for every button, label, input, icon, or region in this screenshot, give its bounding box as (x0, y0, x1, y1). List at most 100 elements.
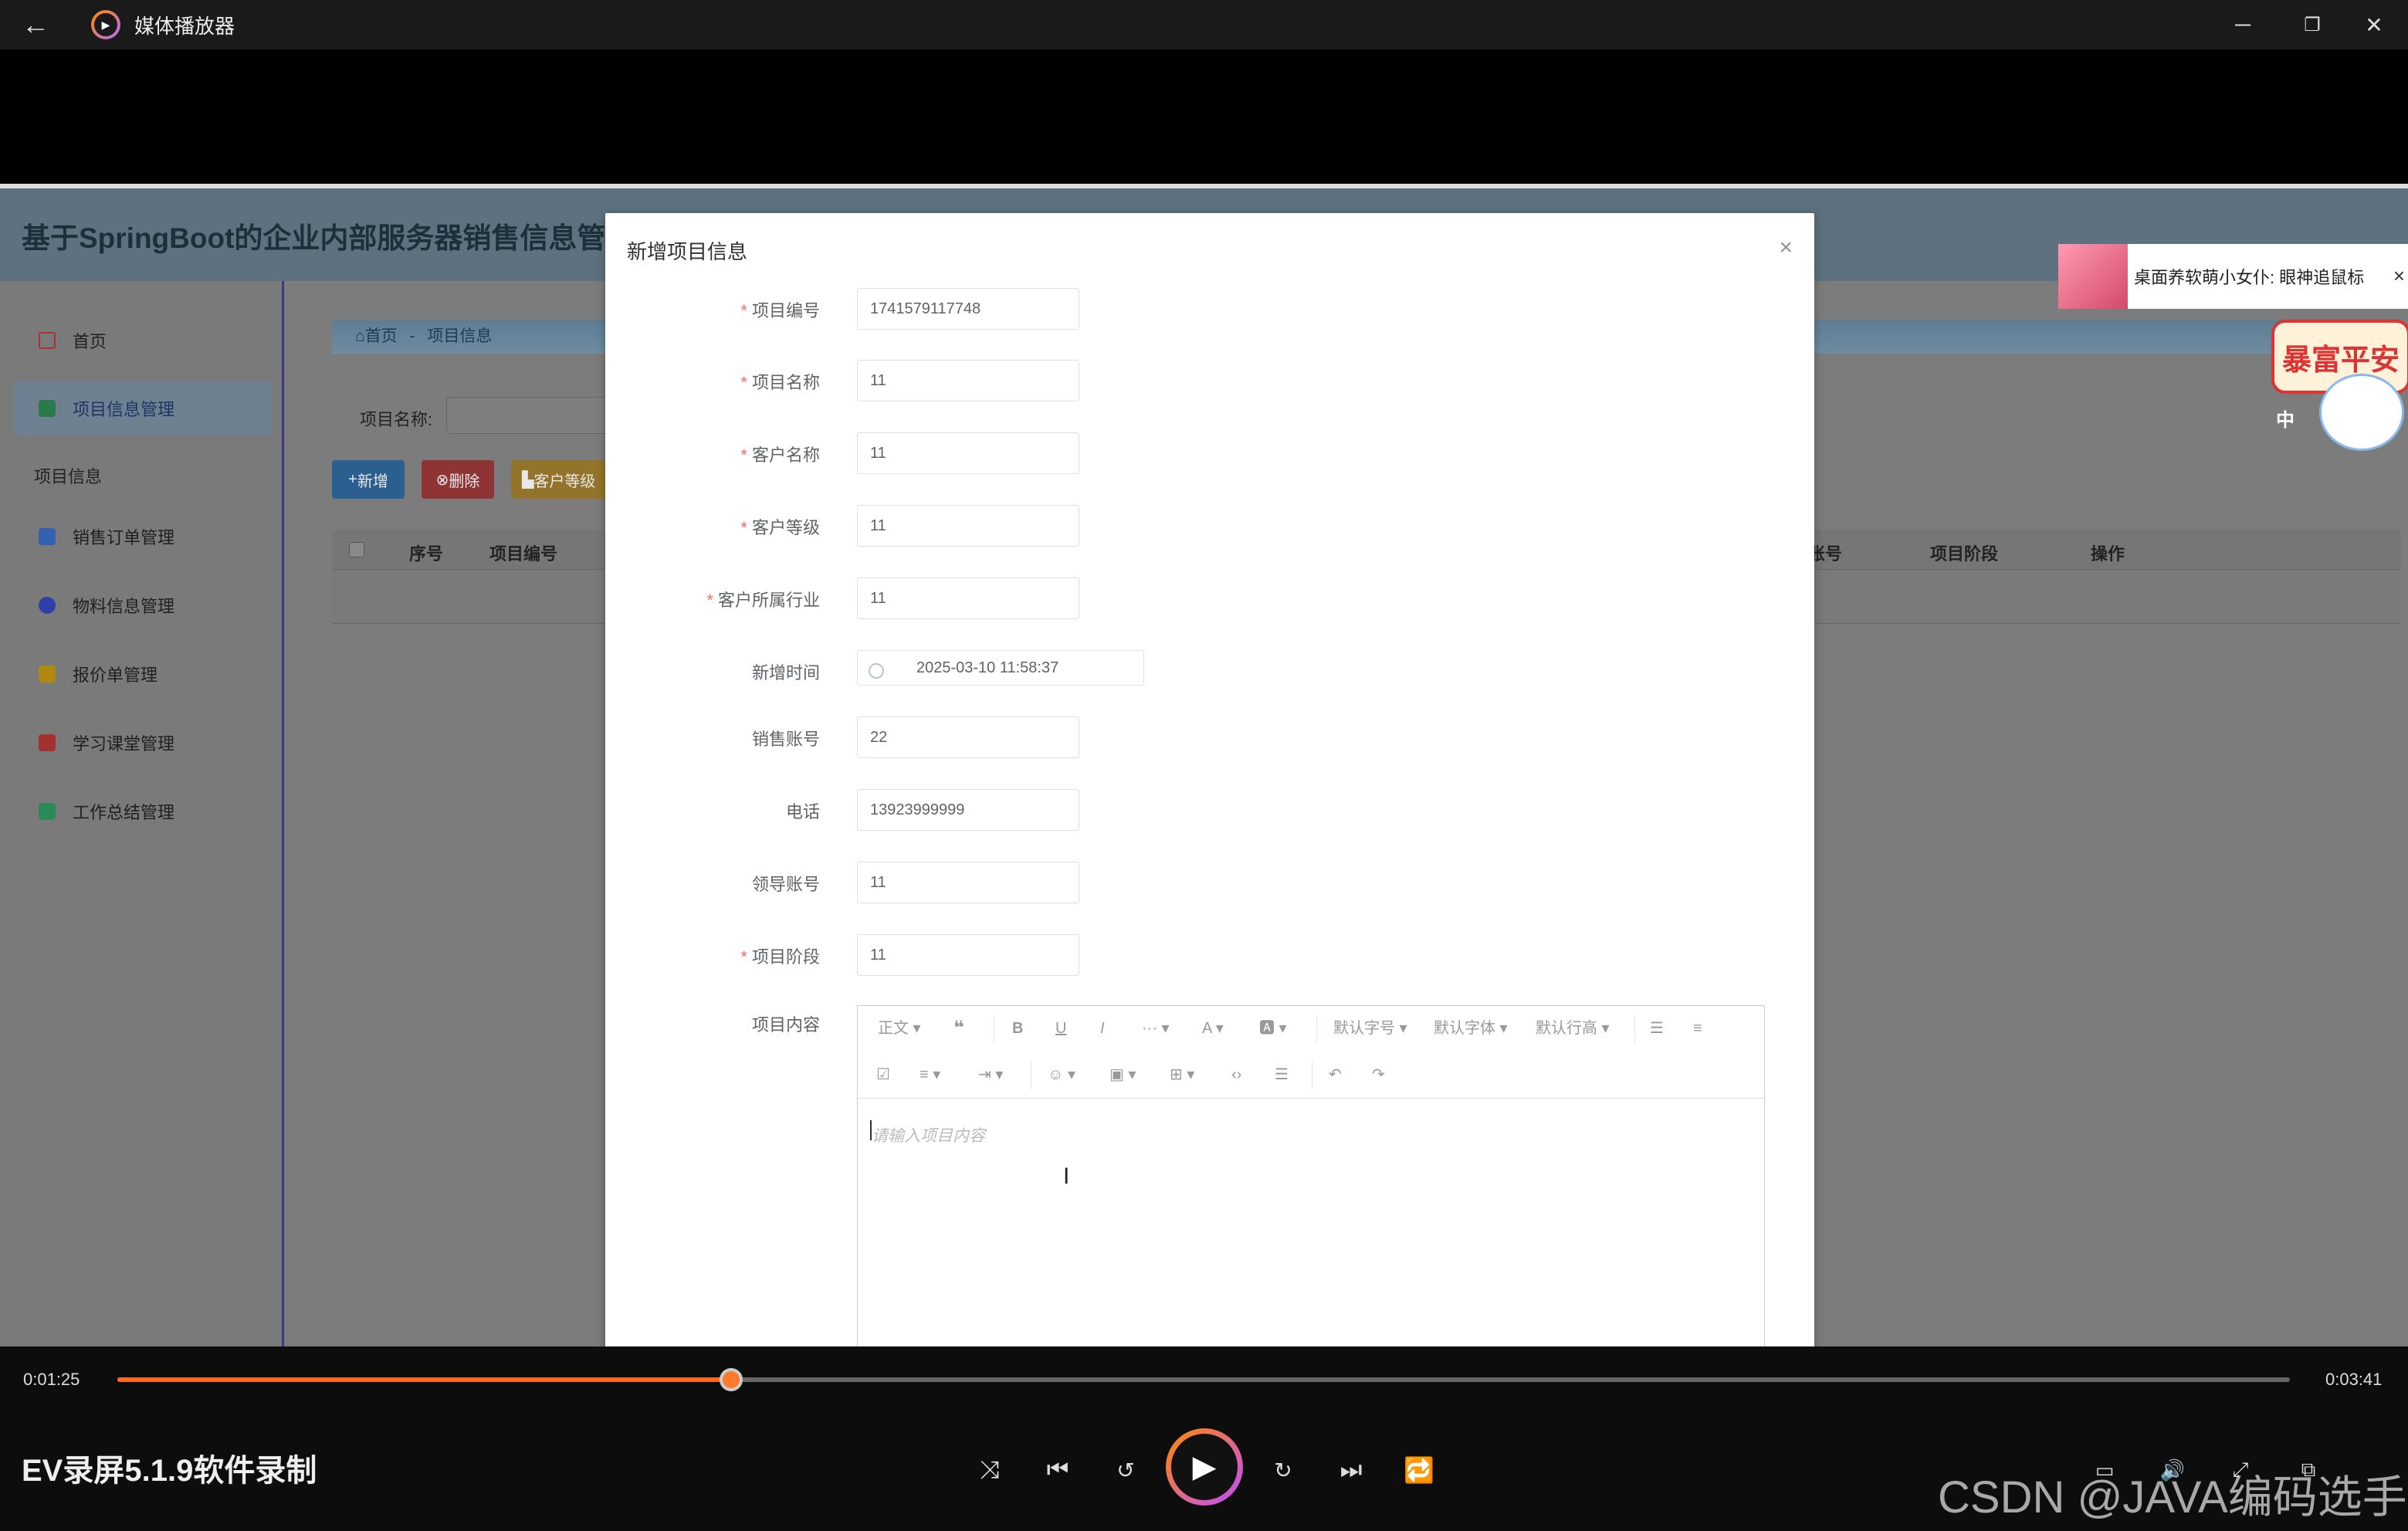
customer-industry-input[interactable]: 11 (857, 578, 1079, 619)
folder-icon (39, 400, 56, 417)
form-row-leader-account: 领导账号 11 (605, 862, 1814, 903)
sidebar-item-sales-orders[interactable]: 销售订单管理 (14, 510, 272, 564)
sidebar-item-label: 工作总结管理 (73, 803, 175, 822)
back-button[interactable]: ← (11, 0, 60, 49)
date-value: 2025-03-10 11:58:37 (916, 659, 1059, 676)
previous-button[interactable]: ⏮ (1035, 1447, 1081, 1493)
form-row-created-time: 新增时间 2025-03-10 11:58:37 (605, 650, 1814, 692)
rewind-10-icon: ↺ (1116, 1458, 1135, 1482)
sidebar-item-quotes[interactable]: 报价单管理 (14, 647, 272, 701)
field-label: * 项目阶段 (740, 947, 820, 967)
rewind-10-button[interactable]: ↺ (1102, 1447, 1149, 1493)
forward-30-button[interactable]: ↻ (1260, 1447, 1306, 1493)
divider-icon[interactable]: ☰ (1275, 1063, 1289, 1086)
form-row-project-stage: * 项目阶段 11 (605, 934, 1814, 976)
desktop-pet-notification[interactable]: 桌面养软萌小女仆: 眼神追鼠标 × (2058, 244, 2408, 309)
delete-button[interactable]: ⊗ 删除 (422, 460, 494, 499)
repeat-icon: 🔁 (1404, 1456, 1434, 1484)
field-label: * 项目编号 (740, 301, 820, 320)
editor-toolbar: 正文 ▾ ❝ B U I ··· ▾ A ▾ 🅰 ▾ 默认字号 ▾ 默认字体 ▾… (858, 1006, 1764, 1099)
breadcrumb-home[interactable]: 首页 (365, 327, 398, 345)
field-label: * 客户名称 (740, 445, 820, 465)
sidebar-item-work-summary[interactable]: 工作总结管理 (14, 784, 272, 838)
sidebar-item-label: 学习课堂管理 (73, 734, 175, 754)
heading-dropdown[interactable]: 正文 ▾ (878, 1017, 921, 1040)
sales-account-input[interactable]: 22 (857, 716, 1079, 758)
project-name-input[interactable]: 11 (857, 360, 1079, 401)
player-controls: 0:01:25 0:03:41 EV录屏5.1.9软件录制 ⤨ ⏮ ↺ ▶ ↻ … (0, 1346, 2408, 1531)
form-row-customer-name: * 客户名称 11 (605, 432, 1814, 474)
underline-icon[interactable]: U (1055, 1017, 1066, 1040)
project-id-input[interactable]: 1741579117748 (857, 288, 1079, 330)
customer-name-input[interactable]: 11 (857, 432, 1079, 474)
seek-handle[interactable] (720, 1368, 743, 1391)
form-row-project-name: * 项目名称 11 (605, 360, 1814, 401)
seek-bar[interactable] (117, 1368, 2290, 1391)
home-icon (39, 332, 56, 349)
project-stage-input[interactable]: 11 (857, 934, 1079, 976)
font-family-dropdown[interactable]: 默认字体 ▾ (1434, 1017, 1508, 1040)
column-header[interactable]: 序号 (409, 540, 443, 565)
created-time-picker[interactable]: 2025-03-10 11:58:37 (857, 650, 1144, 686)
bag-icon (39, 666, 56, 683)
emoji-icon[interactable]: ☺ ▾ (1048, 1063, 1075, 1086)
column-header[interactable]: 项目编号 (489, 540, 557, 565)
close-window-button[interactable]: ✕ (2339, 0, 2408, 49)
sidebar-item-classroom[interactable]: 学习课堂管理 (14, 716, 272, 770)
customer-level-button[interactable]: ▙ 客户等级 (511, 460, 607, 499)
current-time: 0:01:25 (23, 1370, 80, 1389)
back-arrow-icon: ← (22, 8, 49, 40)
breadcrumb-separator: - (409, 327, 415, 345)
column-header[interactable]: 项目阶段 (1930, 540, 1998, 565)
home-icon: ⌂ (355, 327, 365, 345)
maximize-button[interactable]: ❐ (2278, 0, 2347, 49)
todo-checkbox-icon[interactable]: ☑ (876, 1063, 890, 1086)
sidebar-item-home[interactable]: 首页 (14, 313, 272, 368)
skip-previous-icon: ⏮ (1046, 1455, 1069, 1483)
field-label: 项目内容 (751, 1015, 820, 1035)
field-label: * 客户所属行业 (706, 591, 820, 610)
close-icon[interactable]: × (2393, 264, 2405, 288)
indent-icon[interactable]: ⇥ ▾ (978, 1063, 1003, 1086)
minimize-button[interactable]: ─ (2208, 0, 2278, 49)
sidebar-item-materials[interactable]: 物料信息管理 (14, 578, 272, 632)
bold-icon[interactable]: B (1012, 1017, 1023, 1040)
add-button[interactable]: + 新增 (332, 460, 405, 499)
play-button[interactable]: ▶ (1166, 1428, 1243, 1506)
field-label: 销售账号 (751, 730, 820, 749)
skip-next-icon: ⏭ (1339, 1455, 1363, 1483)
line-height-dropdown[interactable]: 默认行高 ▾ (1536, 1017, 1610, 1040)
media-player-icon: ▶ (91, 10, 120, 39)
sidebar-item-project-mgmt[interactable]: 项目信息管理 (14, 381, 272, 435)
italic-icon[interactable]: I (1100, 1017, 1105, 1040)
bullet-list-icon[interactable]: ☰ (1650, 1017, 1664, 1040)
font-size-dropdown[interactable]: 默认字号 ▾ (1333, 1017, 1407, 1040)
phone-input[interactable]: 13923999999 (857, 789, 1079, 831)
recording-name: EV录屏5.1.9软件录制 (22, 1454, 317, 1488)
leader-account-input[interactable]: 11 (857, 862, 1079, 903)
editor-content-area[interactable]: 请输入项目内容 I (858, 1099, 1764, 1360)
redo-icon[interactable]: ↷ (1372, 1063, 1385, 1086)
align-icon[interactable]: ≡ ▾ (920, 1063, 940, 1086)
repeat-button[interactable]: 🔁 (1396, 1447, 1442, 1493)
column-header[interactable]: 操作 (2091, 540, 2125, 565)
button-label: 删除 (449, 473, 480, 490)
quote-icon[interactable]: ❝ (953, 1017, 964, 1040)
code-icon[interactable]: ‹› (1231, 1063, 1241, 1086)
table-icon[interactable]: ⊞ ▾ (1170, 1063, 1194, 1086)
next-button[interactable]: ⏭ (1328, 1447, 1374, 1493)
dialog-close-button[interactable]: × (1779, 235, 1793, 261)
background-color-icon[interactable]: 🅰 ▾ (1259, 1017, 1287, 1040)
title-bar: ← ▶ 媒体播放器 ─ ❐ ✕ (0, 0, 2408, 49)
font-color-icon[interactable]: A ▾ (1202, 1017, 1224, 1040)
more-icon[interactable]: ··· ▾ (1142, 1017, 1170, 1040)
shuffle-button[interactable]: ⤨ (967, 1447, 1013, 1493)
project-name-filter-input[interactable] (446, 397, 616, 434)
form-row-customer-industry: * 客户所属行业 11 (605, 578, 1814, 619)
select-all-checkbox[interactable] (349, 542, 364, 557)
numbered-list-icon[interactable]: ≡ (1693, 1017, 1702, 1040)
image-icon[interactable]: ▣ ▾ (1109, 1063, 1136, 1086)
customer-level-input[interactable]: 11 (857, 505, 1079, 547)
play-icon: ▶ (1171, 1434, 1238, 1500)
undo-icon[interactable]: ↶ (1329, 1063, 1342, 1086)
